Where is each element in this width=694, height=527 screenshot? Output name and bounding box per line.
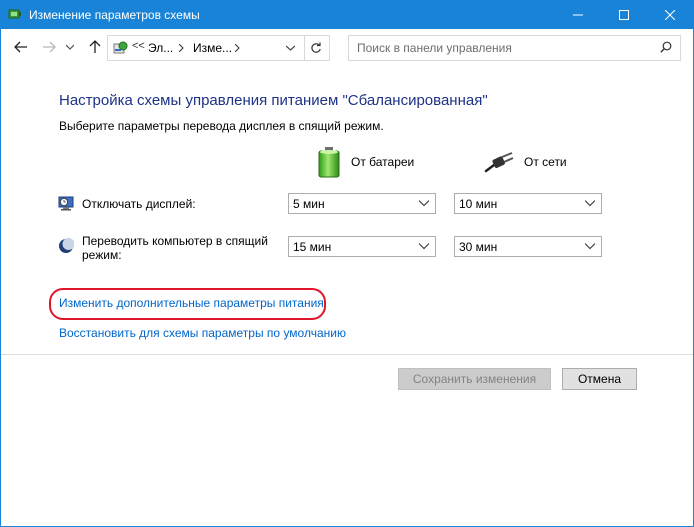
window-title: Изменение параметров схемы xyxy=(29,8,200,22)
sleep-label: Переводить компьютер в спящий режим: xyxy=(82,234,268,262)
cancel-button[interactable]: Отмена xyxy=(562,368,637,390)
display-off-label: Отключать дисплей: xyxy=(82,197,196,211)
restore-defaults-link[interactable]: Восстановить для схемы параметры по умол… xyxy=(59,326,346,340)
address-dropdown-icon[interactable] xyxy=(286,45,295,51)
chevron-down-icon xyxy=(419,243,429,250)
chevron-down-icon xyxy=(585,243,595,250)
arrow-up-icon xyxy=(89,40,101,53)
address-bar[interactable]: << Эл... Изме... xyxy=(107,35,305,61)
forward-button[interactable] xyxy=(41,39,57,55)
up-button[interactable] xyxy=(87,39,103,55)
refresh-button[interactable] xyxy=(303,35,330,61)
minimize-button[interactable] xyxy=(555,1,601,29)
refresh-icon xyxy=(311,42,321,53)
breadcrumb-separator-icon xyxy=(235,44,240,52)
chevron-down-icon xyxy=(66,44,74,50)
back-button[interactable] xyxy=(13,39,29,55)
sleep-plugged-select[interactable]: 30 мин xyxy=(454,236,602,257)
close-icon xyxy=(665,10,675,20)
save-button[interactable]: Сохранить изменения xyxy=(398,368,551,390)
chevron-down-icon xyxy=(585,200,595,207)
plugged-column-header: От сети xyxy=(484,146,567,178)
close-button[interactable] xyxy=(647,1,693,29)
display-plugged-select[interactable]: 10 мин xyxy=(454,193,602,214)
page-heading: Настройка схемы управления питанием "Сба… xyxy=(59,92,488,109)
selected-value: 30 мин xyxy=(459,240,498,254)
selected-value: 10 мин xyxy=(459,197,498,211)
plugged-column-label: От сети xyxy=(524,155,567,169)
breadcrumb-separator-icon xyxy=(179,44,184,52)
selected-value: 5 мин xyxy=(293,197,325,211)
display-battery-select[interactable]: 5 мин xyxy=(288,193,436,214)
arrow-left-icon xyxy=(14,41,27,53)
power-plug-icon xyxy=(484,152,514,173)
breadcrumb-item[interactable]: Изме... xyxy=(193,41,232,55)
window: Изменение параметров схемы << Эл... Изме… xyxy=(0,0,694,527)
breadcrumb-item[interactable]: Эл... xyxy=(148,41,173,55)
battery-column-label: От батареи xyxy=(351,155,415,169)
search-placeholder: Поиск в панели управления xyxy=(357,41,512,55)
power-options-icon xyxy=(8,9,21,19)
sleep-label-line1: Переводить компьютер в спящий xyxy=(82,234,268,248)
sleep-label-line2: режим: xyxy=(82,248,122,262)
battery-icon xyxy=(318,147,340,178)
divider xyxy=(1,354,693,355)
minimize-icon xyxy=(573,14,583,16)
sleep-battery-select[interactable]: 15 мин xyxy=(288,236,436,257)
selected-value: 15 мин xyxy=(293,240,332,254)
control-panel-icon xyxy=(113,41,128,54)
battery-column-header: От батареи xyxy=(317,146,414,178)
title-bar: Изменение параметров схемы xyxy=(1,1,693,29)
advanced-settings-link[interactable]: Изменить дополнительные параметры питани… xyxy=(59,296,324,310)
navigation-bar: << Эл... Изме... Поиск в панели управлен… xyxy=(1,29,693,67)
search-icon[interactable] xyxy=(660,41,672,53)
maximize-button[interactable] xyxy=(601,1,647,29)
arrow-right-icon xyxy=(43,41,56,53)
sleep-moon-icon xyxy=(59,238,74,253)
display-timer-icon xyxy=(58,196,74,211)
search-box[interactable]: Поиск в панели управления xyxy=(348,35,681,61)
breadcrumb-overflow[interactable]: << xyxy=(132,40,145,52)
page-subtitle: Выберите параметры перевода дисплея в сп… xyxy=(59,119,384,133)
chevron-down-icon xyxy=(419,200,429,207)
maximize-icon xyxy=(619,10,629,20)
recent-locations-button[interactable] xyxy=(65,39,75,55)
